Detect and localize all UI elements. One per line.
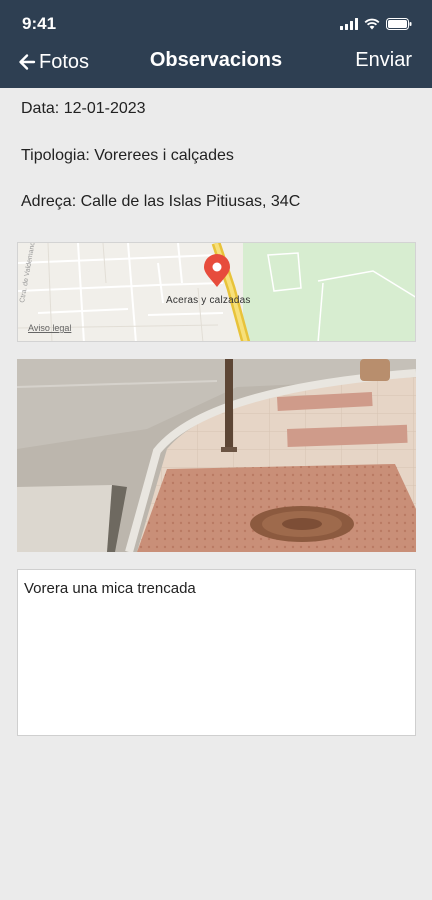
app-header: 9:41 Fotos Observacions Enviar: [0, 0, 432, 88]
map-pin-label: Aceras y calzadas: [166, 295, 251, 306]
battery-icon: [386, 18, 412, 30]
observation-photo[interactable]: [17, 359, 416, 552]
status-time: 9:41: [22, 14, 57, 33]
signal-icon: [340, 18, 358, 30]
map-legal-link[interactable]: Aviso legal: [28, 323, 71, 333]
type-text: Tipologia: Vorerees i calçades: [21, 147, 234, 164]
notes-textarea[interactable]: Vorera una mica trencada: [17, 569, 416, 736]
map-street-label: Ctra. de Valdemanco: [19, 243, 37, 303]
wifi-icon: [364, 18, 380, 30]
notes-text: Vorera una mica trencada: [24, 580, 196, 597]
date-text: Data: 12-01-2023: [21, 100, 146, 117]
location-map[interactable]: Ctra. de Valdemanco Aceras y calzadas Av…: [17, 242, 416, 342]
send-button[interactable]: Enviar: [355, 49, 412, 72]
photo-image: [17, 359, 416, 552]
status-bar: 9:41: [0, 0, 432, 46]
navbar: Fotos Observacions Enviar: [0, 46, 432, 78]
status-icons: [340, 15, 412, 33]
map-canvas: Ctra. de Valdemanco: [18, 243, 415, 341]
address-text: Adreça: Calle de las Islas Pitiusas, 34C: [21, 193, 301, 210]
